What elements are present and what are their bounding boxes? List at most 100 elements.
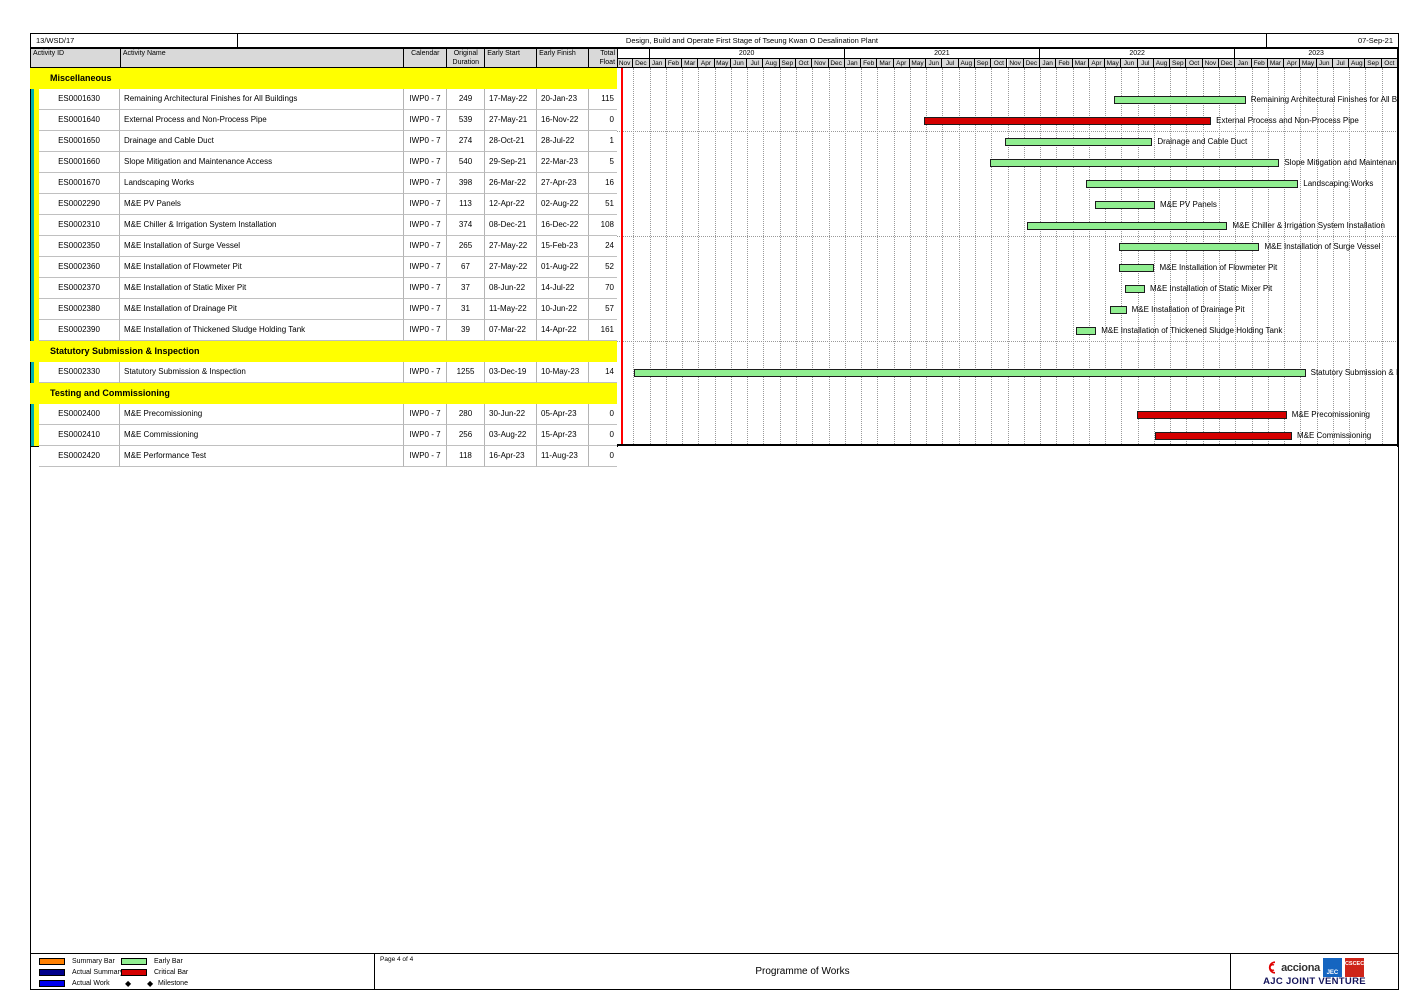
month-label: Jul [942,59,958,68]
legend-label: Critical Bar [154,968,188,977]
cell-cal: IWP0 - 7 [404,215,447,236]
legend-panel: Summary BarActual SummaryActual WorkEarl… [31,954,375,989]
gantt-bar-label: M&E Installation of Static Mixer Pit [1150,284,1272,293]
cell-es: 27-May-21 [485,110,537,131]
month-label: Dec [633,59,649,68]
month-label: Nov [1008,59,1024,68]
cell-dur: 249 [447,89,485,110]
gantt-bar-ES0001650 [1005,138,1152,146]
month-label: Feb [1252,59,1268,68]
cell-tf: 5 [589,152,617,173]
cell-name: Slope Mitigation and Maintenance Access [120,152,404,173]
month-label: Jul [747,59,763,68]
cell-ef: 02-Aug-22 [537,194,589,215]
section-row: Miscellaneous [30,68,617,89]
month-label: Oct [1186,59,1202,68]
legend-swatch-actual-summary [39,969,65,976]
legend-swatch-summary-bar [39,958,65,965]
footer: Summary BarActual SummaryActual WorkEarl… [30,953,1399,990]
cell-cal: IWP0 - 7 [404,404,447,425]
month-label: Mar [877,59,893,68]
cell-tf: 70 [589,278,617,299]
joint-venture-name: AJC JOINT VENTURE [1231,976,1398,987]
month-gridline [910,68,911,446]
month-label: Mar [682,59,698,68]
cell-ef: 11-Aug-23 [537,446,589,467]
month-gridline [633,68,634,446]
month-label: Aug [1154,59,1170,68]
month-gridline [845,68,846,446]
month-label: Jun [1317,59,1333,68]
cell-tf: 0 [589,110,617,131]
cell-cal: IWP0 - 7 [404,152,447,173]
month-label: Feb [861,59,877,68]
jec-logo: JEC [1323,958,1342,977]
cell-name: M&E Installation of Thickened Sludge Hol… [120,320,404,341]
month-label: Jun [731,59,747,68]
report-date: 07-Sep-21 [1267,34,1398,47]
table-row: ES0002350M&E Installation of Surge Vesse… [39,236,617,257]
cell-id: ES0001630 [39,89,120,110]
cell-cal: IWP0 - 7 [404,236,447,257]
month-gridline [698,68,699,446]
legend-label: Summary Bar [72,957,115,966]
cell-tf: 108 [589,215,617,236]
acciona-swirl-icon [1265,960,1278,975]
contract-number: 13/WSD/17 [31,34,238,47]
activity-table-rows: MiscellaneousES0001630Remaining Architec… [39,68,617,446]
table-row: ES0002310M&E Chiller & Irrigation System… [39,215,617,236]
row-group-gridline [617,131,1398,132]
cell-dur: 398 [447,173,485,194]
gantt-bar-ES0001640 [924,117,1212,125]
cell-dur: 274 [447,131,485,152]
legend-label: Early Bar [154,957,183,966]
table-row: ES0002370M&E Installation of Static Mixe… [39,278,617,299]
cell-es: 07-Mar-22 [485,320,537,341]
table-row: ES0002420M&E Performance TestIWP0 - 7118… [39,446,617,467]
month-label: Oct [796,59,812,68]
cell-tf: 115 [589,89,617,110]
month-label: Dec [1024,59,1040,68]
gantt-bar-ES0002370 [1125,285,1145,293]
month-label: Nov [812,59,828,68]
month-gridline [812,68,813,446]
cell-cal: IWP0 - 7 [404,257,447,278]
month-label: May [1105,59,1121,68]
gantt-bar-ES0001670 [1086,180,1299,188]
month-gridline [1365,68,1366,446]
legend-label: Actual Summary [72,968,123,977]
cell-cal: IWP0 - 7 [404,362,447,383]
month-label: Feb [1056,59,1072,68]
cell-id: ES0002390 [39,320,120,341]
cell-ef: 20-Jan-23 [537,89,589,110]
month-label: Jul [1333,59,1349,68]
cell-cal: IWP0 - 7 [404,194,447,215]
cell-es: 26-Mar-22 [485,173,537,194]
cell-es: 28-Oct-21 [485,131,537,152]
year-label-2020: 2020 [650,49,845,59]
cell-tf: 161 [589,320,617,341]
gantt-bar-ES0002400 [1137,411,1287,419]
month-label: Sep [1365,59,1381,68]
legend-swatch-actual-work [39,980,65,987]
cell-name: Landscaping Works [120,173,404,194]
month-label: Jun [1121,59,1137,68]
gantt-bar-ES0002410 [1155,432,1292,440]
table-row: ES0001660Slope Mitigation and Maintenanc… [39,152,617,173]
gantt-bar-label: Statutory Submission & Inspection [1311,368,1398,377]
cell-cal: IWP0 - 7 [404,89,447,110]
cell-name: Statutory Submission & Inspection [120,362,404,383]
cell-dur: 31 [447,299,485,320]
gantt-bar-label: External Process and Non-Process Pipe [1216,116,1359,125]
table-row: ES0002410M&E CommissioningIWP0 - 725603-… [39,425,617,446]
cell-ef: 14-Apr-22 [537,320,589,341]
table-row: ES0001640External Process and Non-Proces… [39,110,617,131]
month-label: Dec [1219,59,1235,68]
month-gridline [780,68,781,446]
cell-ef: 16-Dec-22 [537,215,589,236]
month-label: Apr [1284,59,1300,68]
cell-cal: IWP0 - 7 [404,446,447,467]
cell-dur: 540 [447,152,485,173]
month-label: May [910,59,926,68]
cell-cal: IWP0 - 7 [404,425,447,446]
